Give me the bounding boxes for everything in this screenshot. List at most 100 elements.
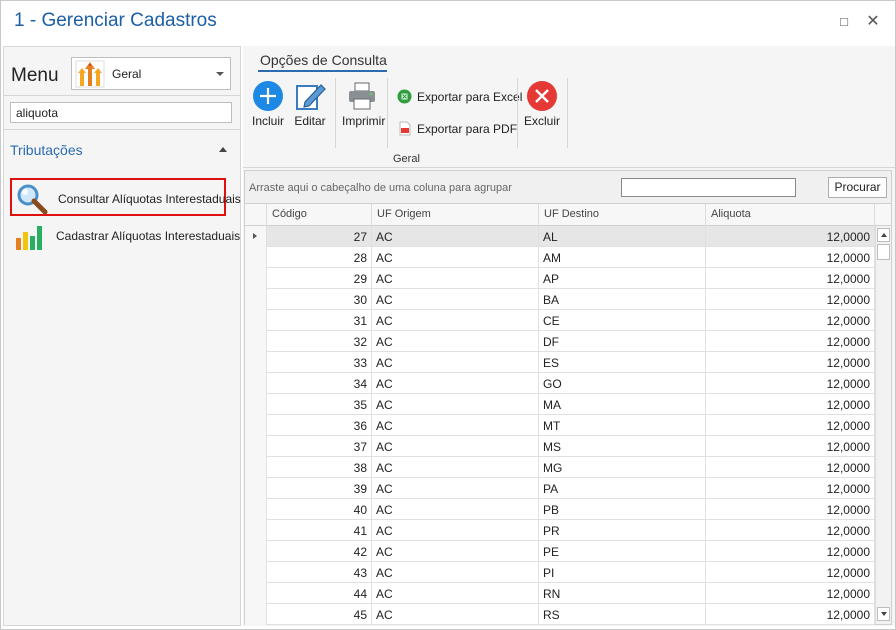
cell-uf-origem[interactable]: AC (372, 562, 539, 583)
table-row[interactable]: 29 AC AP 12,0000 (245, 268, 875, 289)
cell-codigo[interactable]: 42 (267, 541, 372, 562)
row-indicator[interactable] (245, 331, 267, 352)
cell-uf-destino[interactable]: PB (539, 499, 706, 520)
cell-codigo[interactable]: 34 (267, 373, 372, 394)
row-indicator[interactable] (245, 268, 267, 289)
cell-codigo[interactable]: 45 (267, 604, 372, 625)
cell-codigo[interactable]: 44 (267, 583, 372, 604)
row-indicator[interactable] (245, 541, 267, 562)
cell-codigo[interactable]: 43 (267, 562, 372, 583)
cell-codigo[interactable]: 31 (267, 310, 372, 331)
imprimir-button[interactable]: Imprimir (342, 80, 385, 128)
cell-codigo[interactable]: 38 (267, 457, 372, 478)
table-row[interactable]: 43 AC PI 12,0000 (245, 562, 875, 583)
scroll-thumb[interactable] (877, 244, 890, 260)
menu-search-input[interactable] (10, 102, 232, 123)
row-indicator[interactable] (245, 604, 267, 625)
cell-uf-origem[interactable]: AC (372, 457, 539, 478)
cell-codigo[interactable]: 39 (267, 478, 372, 499)
row-indicator[interactable] (245, 310, 267, 331)
cell-uf-destino[interactable]: MS (539, 436, 706, 457)
table-row[interactable]: 42 AC PE 12,0000 (245, 541, 875, 562)
row-indicator[interactable] (245, 289, 267, 310)
cell-aliquota[interactable]: 12,0000 (706, 310, 875, 331)
row-indicator[interactable] (245, 520, 267, 541)
row-indicator[interactable] (245, 415, 267, 436)
table-row[interactable]: 30 AC BA 12,0000 (245, 289, 875, 310)
cell-uf-destino[interactable]: RS (539, 604, 706, 625)
group-panel[interactable]: Arraste aqui o cabeçalho de uma coluna p… (245, 171, 891, 204)
close-button[interactable]: ✕ (864, 13, 882, 31)
row-indicator[interactable] (245, 394, 267, 415)
cell-codigo[interactable]: 30 (267, 289, 372, 310)
row-indicator[interactable] (245, 583, 267, 604)
cell-uf-origem[interactable]: AC (372, 268, 539, 289)
row-indicator[interactable] (245, 562, 267, 583)
cell-uf-destino[interactable]: MT (539, 415, 706, 436)
table-row[interactable]: 32 AC DF 12,0000 (245, 331, 875, 352)
cell-uf-origem[interactable]: AC (372, 373, 539, 394)
cell-aliquota[interactable]: 12,0000 (706, 436, 875, 457)
cell-uf-origem[interactable]: AC (372, 478, 539, 499)
table-row[interactable]: 37 AC MS 12,0000 (245, 436, 875, 457)
cell-codigo[interactable]: 32 (267, 331, 372, 352)
table-row[interactable]: 41 AC PR 12,0000 (245, 520, 875, 541)
grid-search-input[interactable] (621, 178, 796, 197)
row-indicator[interactable] (245, 247, 267, 268)
cell-codigo[interactable]: 37 (267, 436, 372, 457)
column-header-codigo[interactable]: Código (267, 204, 372, 226)
incluir-button[interactable]: Incluir (250, 80, 286, 128)
scroll-down-arrow-icon[interactable] (877, 607, 890, 621)
vertical-scrollbar[interactable] (875, 226, 891, 624)
cell-uf-destino[interactable]: BA (539, 289, 706, 310)
cell-uf-destino[interactable]: AL (539, 226, 706, 247)
cell-codigo[interactable]: 27 (267, 226, 372, 247)
cell-codigo[interactable]: 35 (267, 394, 372, 415)
ribbon-tab-opcoes[interactable]: Opções de Consulta (260, 52, 387, 68)
cell-codigo[interactable]: 36 (267, 415, 372, 436)
cell-uf-destino[interactable]: PE (539, 541, 706, 562)
table-row[interactable]: 38 AC MG 12,0000 (245, 457, 875, 478)
table-row[interactable]: 39 AC PA 12,0000 (245, 478, 875, 499)
cell-aliquota[interactable]: 12,0000 (706, 352, 875, 373)
row-indicator[interactable] (245, 373, 267, 394)
maximize-button[interactable]: □ (835, 13, 853, 31)
row-indicator[interactable] (245, 499, 267, 520)
cell-uf-origem[interactable]: AC (372, 583, 539, 604)
row-indicator[interactable] (245, 457, 267, 478)
collapse-caret-icon[interactable] (219, 147, 227, 152)
procurar-button[interactable]: Procurar (828, 177, 887, 198)
table-row[interactable]: 33 AC ES 12,0000 (245, 352, 875, 373)
editar-button[interactable]: Editar (290, 80, 330, 128)
scroll-up-arrow-icon[interactable] (877, 228, 890, 242)
cell-uf-destino[interactable]: DF (539, 331, 706, 352)
cell-aliquota[interactable]: 12,0000 (706, 478, 875, 499)
table-row[interactable]: 35 AC MA 12,0000 (245, 394, 875, 415)
group-title-tributacoes[interactable]: Tributações (10, 142, 83, 158)
cell-uf-destino[interactable]: PI (539, 562, 706, 583)
table-row[interactable]: 36 AC MT 12,0000 (245, 415, 875, 436)
row-indicator[interactable] (245, 478, 267, 499)
cell-uf-destino[interactable]: GO (539, 373, 706, 394)
cell-uf-destino[interactable]: RN (539, 583, 706, 604)
cell-aliquota[interactable]: 12,0000 (706, 394, 875, 415)
table-row[interactable]: 31 AC CE 12,0000 (245, 310, 875, 331)
cell-uf-origem[interactable]: AC (372, 352, 539, 373)
nav-item-cadastrar-aliquotas[interactable]: Cadastrar Alíquotas Interestaduais (10, 217, 240, 255)
cell-uf-origem[interactable]: AC (372, 289, 539, 310)
cell-codigo[interactable]: 33 (267, 352, 372, 373)
cell-aliquota[interactable]: 12,0000 (706, 247, 875, 268)
cell-uf-origem[interactable]: AC (372, 520, 539, 541)
nav-item-consultar-aliquotas[interactable]: Consultar Alíquotas Interestaduais (10, 178, 241, 216)
cell-uf-origem[interactable]: AC (372, 247, 539, 268)
cell-uf-destino[interactable]: AP (539, 268, 706, 289)
cell-aliquota[interactable]: 12,0000 (706, 520, 875, 541)
cell-uf-origem[interactable]: AC (372, 310, 539, 331)
cell-uf-destino[interactable]: ES (539, 352, 706, 373)
cell-aliquota[interactable]: 12,0000 (706, 562, 875, 583)
column-header-aliquota[interactable]: Aliquota (706, 204, 875, 226)
table-row[interactable]: 44 AC RN 12,0000 (245, 583, 875, 604)
cell-aliquota[interactable]: 12,0000 (706, 457, 875, 478)
cell-uf-destino[interactable]: PR (539, 520, 706, 541)
cell-aliquota[interactable]: 12,0000 (706, 331, 875, 352)
